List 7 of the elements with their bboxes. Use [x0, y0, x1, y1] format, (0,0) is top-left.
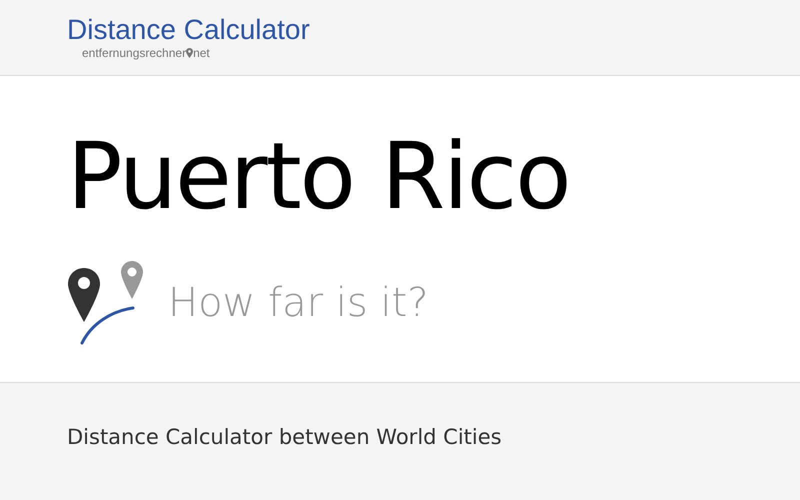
logo-title[interactable]: Distance Calculator: [67, 15, 310, 46]
page-subtitle: How far is it?: [168, 280, 428, 326]
section-text: Distance Calculator between World Cities: [67, 425, 503, 449]
logo-subtitle: entfernungsrechner: [82, 46, 186, 60]
logo-subtitle: net: [193, 46, 210, 60]
map-pin-icon: [186, 48, 194, 58]
page-title: Puerto Rico: [67, 131, 571, 223]
